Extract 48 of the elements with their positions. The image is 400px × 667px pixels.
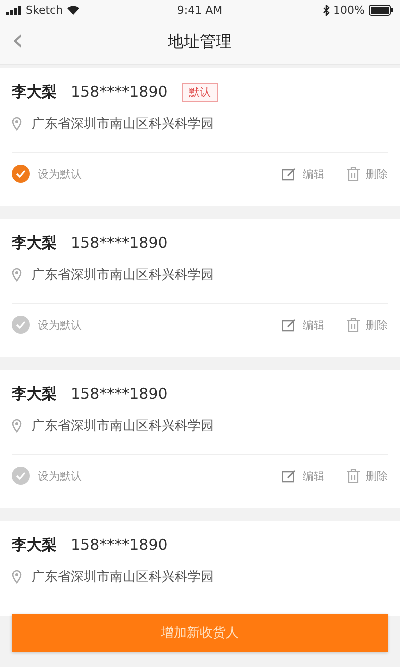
- edit-icon: [282, 318, 297, 332]
- default-checkbox[interactable]: [12, 165, 30, 183]
- delete-button[interactable]: 删除: [347, 166, 388, 182]
- delete-button[interactable]: 删除: [347, 468, 388, 484]
- address-text: 广东省深圳市南山区科兴科学园: [32, 116, 214, 133]
- contact-name: 李大梨: [12, 82, 57, 102]
- checkmark-icon: [16, 472, 26, 480]
- bluetooth-icon: [322, 4, 330, 16]
- phone-number: 158****1890: [71, 234, 168, 252]
- set-default-label: 设为默认: [38, 318, 83, 332]
- delete-button[interactable]: 删除: [347, 318, 388, 332]
- edit-icon: [282, 168, 297, 180]
- battery-icon: [368, 4, 394, 16]
- carrier-name: Sketch: [26, 4, 64, 16]
- back-button[interactable]: ‹: [8, 26, 28, 56]
- edit-button[interactable]: 编辑: [282, 318, 325, 332]
- phone-number: 158****1890: [71, 536, 168, 554]
- checkmark-icon: [16, 321, 26, 329]
- add-recipient-button[interactable]: 增加新收货人: [12, 614, 388, 652]
- location-pin-icon: [12, 570, 22, 584]
- contact-name: 李大梨: [12, 384, 57, 404]
- set-default-label: 设为默认: [38, 166, 83, 182]
- default-checkbox[interactable]: [12, 316, 30, 334]
- contact-name: 李大梨: [12, 234, 57, 252]
- set-default-label: 设为默认: [38, 468, 83, 484]
- signal-icon: [6, 6, 22, 14]
- address-text: 广东省深圳市南山区科兴科学园: [32, 267, 214, 284]
- trash-icon: [347, 468, 360, 484]
- address-text: 广东省深圳市南山区科兴科学园: [32, 569, 214, 586]
- edit-icon: [282, 470, 297, 482]
- trash-icon: [347, 318, 360, 332]
- default-tag: 默认: [182, 82, 218, 102]
- battery-percent: 100%: [334, 4, 365, 16]
- trash-icon: [347, 166, 360, 182]
- default-checkbox[interactable]: [12, 467, 30, 485]
- edit-button[interactable]: 编辑: [282, 468, 325, 484]
- clock-time: 9:41 AM: [176, 4, 224, 16]
- wifi-icon: [67, 5, 80, 15]
- location-pin-icon: [12, 117, 22, 131]
- edit-button[interactable]: 编辑: [282, 166, 325, 182]
- phone-number: 158****1890: [71, 385, 168, 403]
- contact-name: 李大梨: [12, 536, 57, 554]
- location-pin-icon: [12, 419, 22, 433]
- location-pin-icon: [12, 268, 22, 282]
- address-text: 广东省深圳市南山区科兴科学园: [32, 418, 214, 435]
- checkmark-icon: [16, 170, 26, 178]
- page-title: 地址管理: [168, 32, 232, 52]
- phone-number: 158****1890: [71, 83, 168, 101]
